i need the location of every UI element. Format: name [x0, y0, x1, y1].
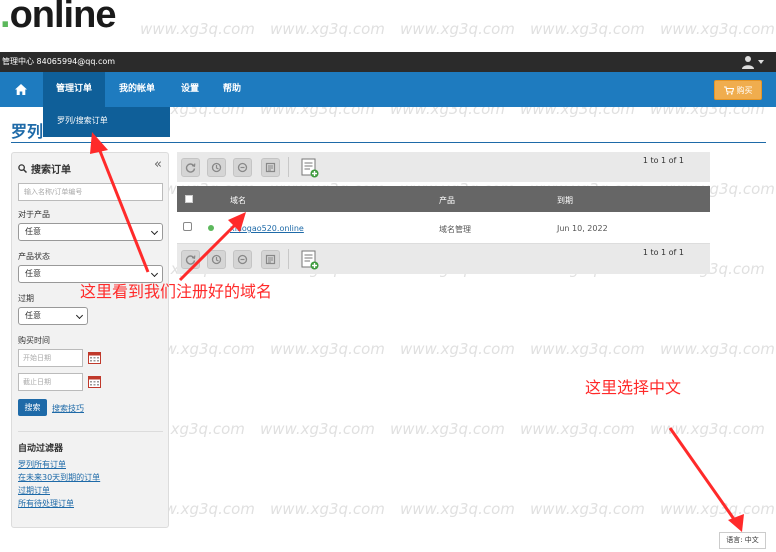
- arrow-to-domain: [178, 220, 240, 282]
- annotation-language-note: 这里选择中文: [585, 378, 682, 397]
- arrow-to-menu: [96, 145, 150, 273]
- annotation-arrows: [90, 132, 744, 532]
- arrowhead: [728, 514, 744, 532]
- language-selector[interactable]: 语言: 中文: [719, 532, 766, 549]
- arrowhead: [90, 132, 108, 154]
- arrow-to-language: [668, 427, 738, 523]
- page-root: www.xg3q.com www.xg3q.com www.xg3q.com www.…: [0, 0, 776, 552]
- annotation-domain-note: 这里看到我们注册好的域名: [80, 282, 273, 301]
